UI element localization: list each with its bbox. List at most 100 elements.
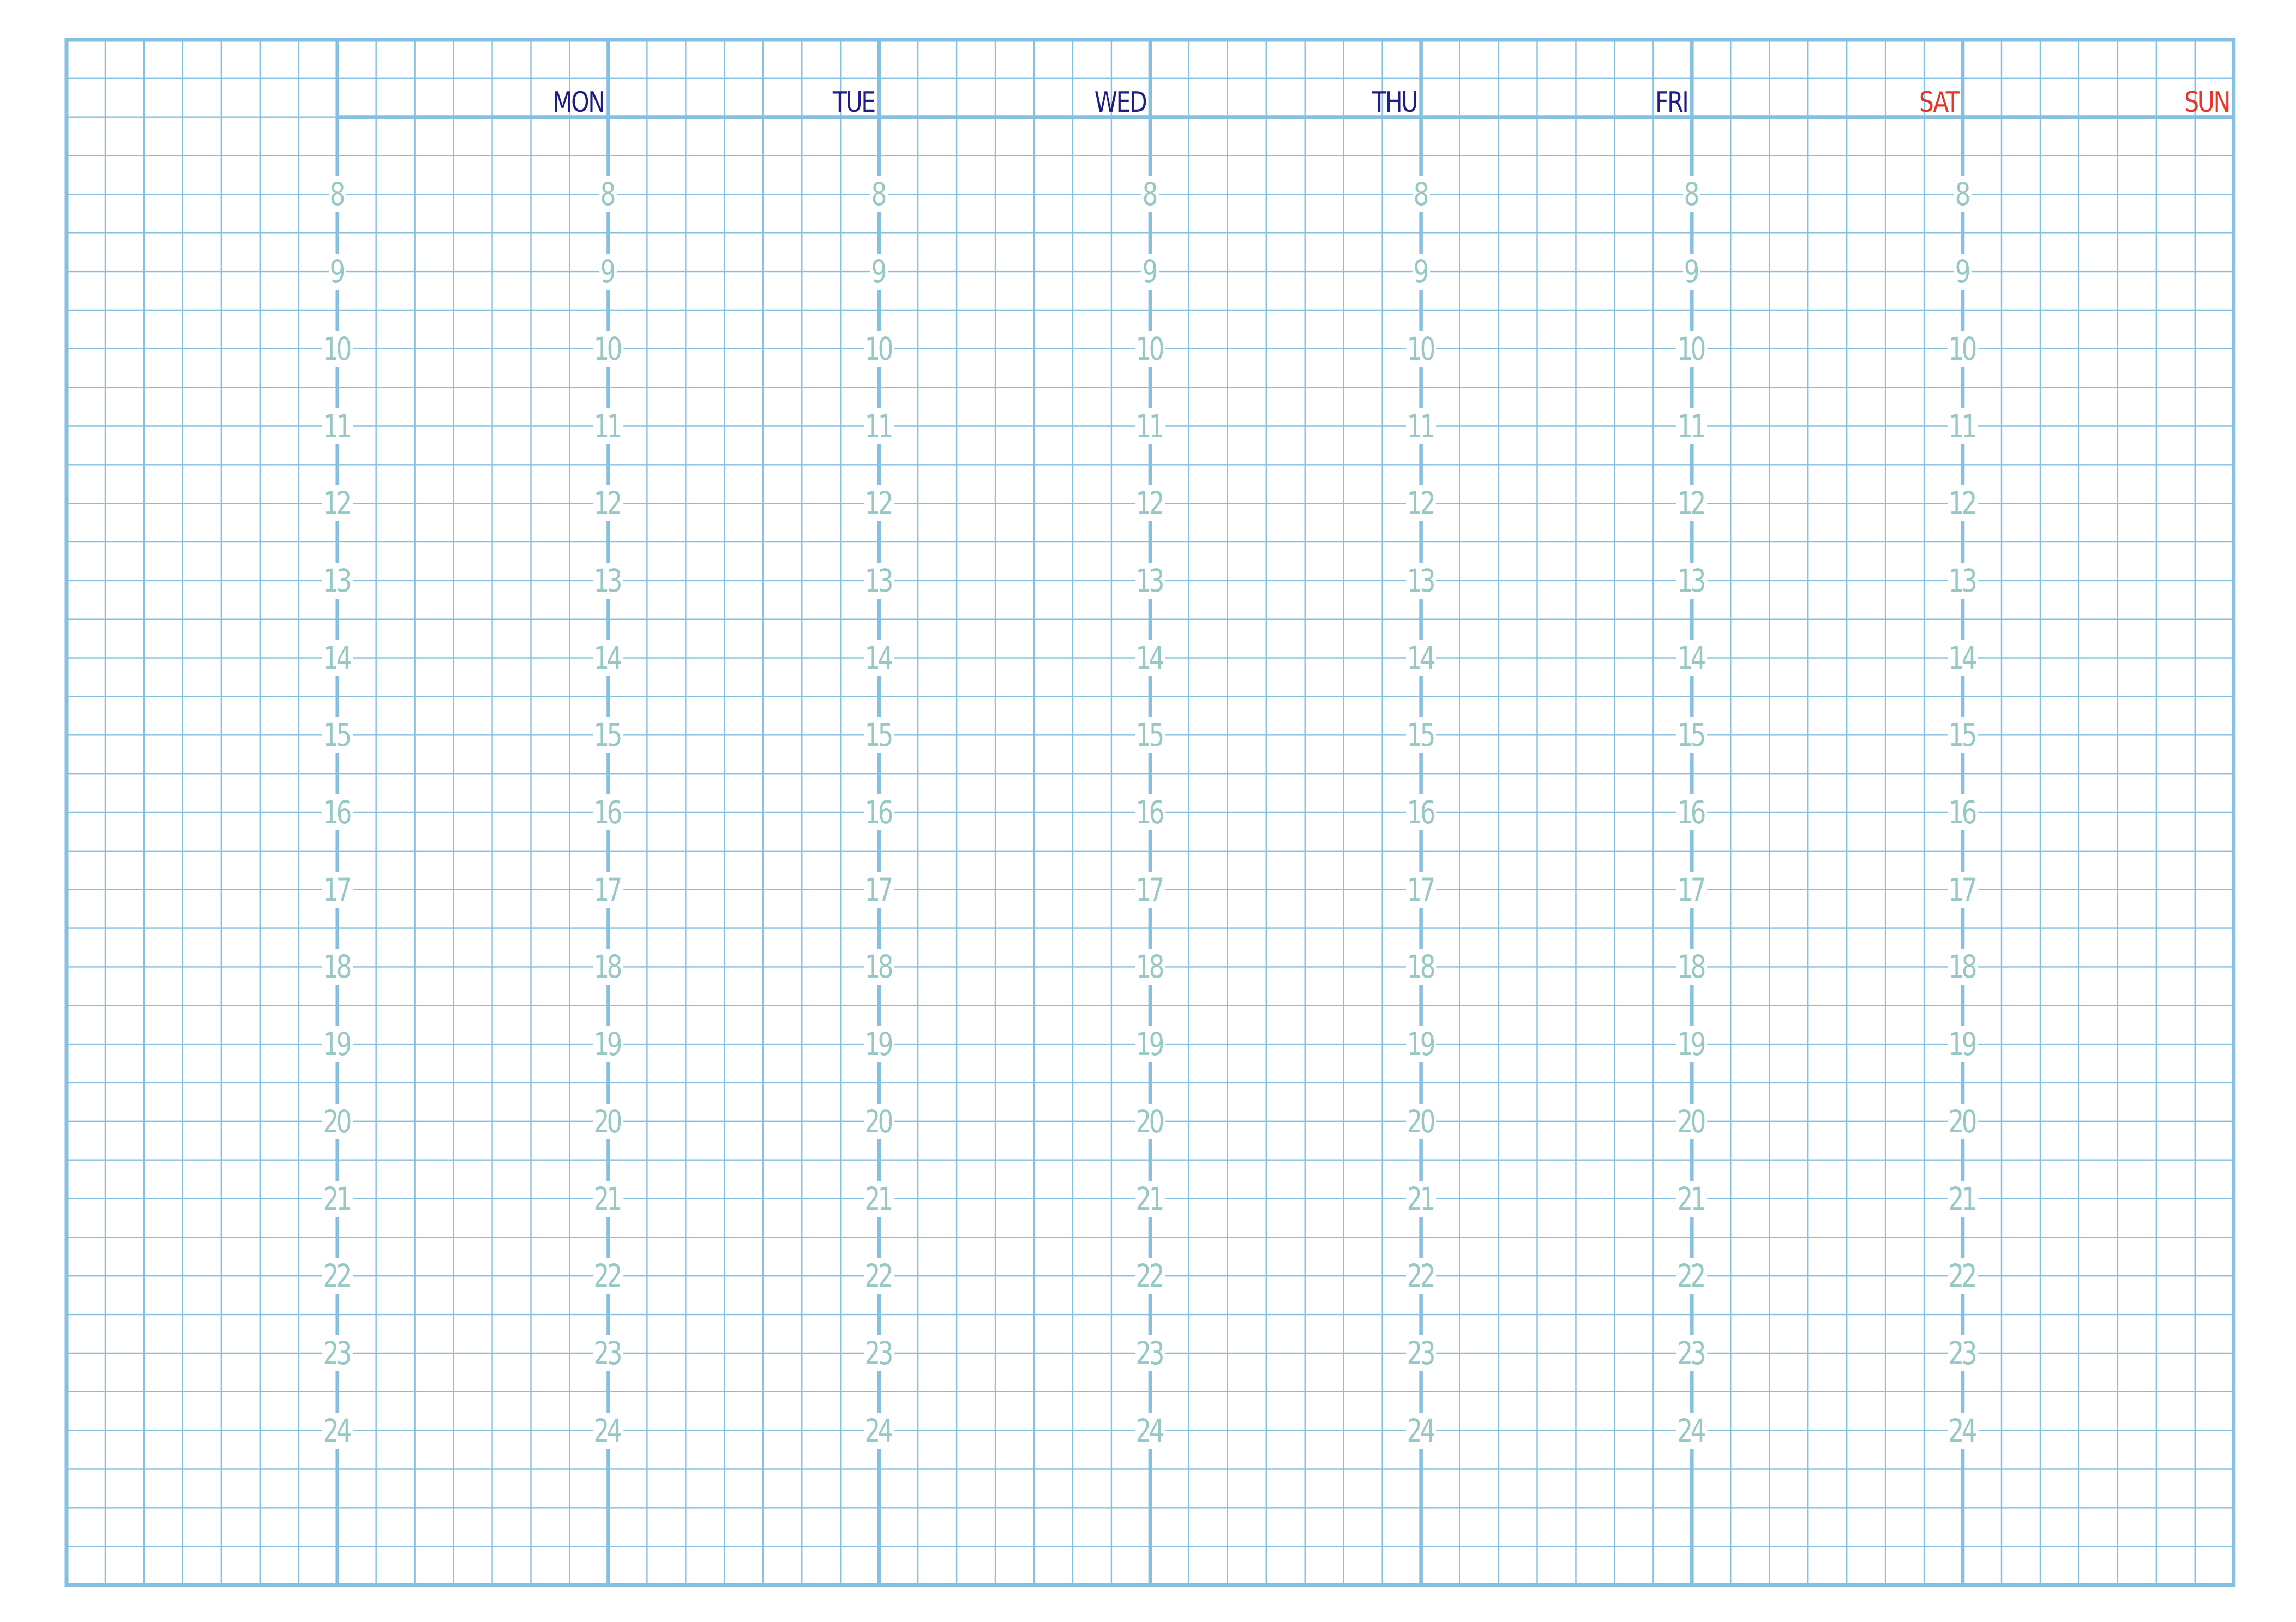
hour-label: 18: [1134, 949, 1165, 985]
hour-label: 9: [1954, 254, 1972, 290]
weekly-planner: MON TUE WED THU FRI SAT SUN 8 9 10 11 12 13 14 15 16 17 1…: [0, 0, 2296, 1622]
hour-label: 15: [1134, 717, 1165, 753]
hour-label: 19: [864, 1026, 895, 1063]
hour-label: 15: [1676, 717, 1708, 753]
hour-label: 11: [1134, 408, 1165, 444]
hour-label: 14: [864, 640, 895, 676]
hour-label: 14: [1134, 640, 1165, 676]
hour-label: 17: [1948, 871, 1979, 908]
hour-label: 18: [1948, 949, 1979, 985]
hour-label: 23: [322, 1335, 353, 1371]
hour-label: 12: [1676, 485, 1708, 522]
hour-label: 23: [1134, 1335, 1165, 1371]
hour-label: 17: [593, 871, 624, 908]
hour-label: 17: [322, 871, 353, 908]
hour-label: 18: [1676, 949, 1708, 985]
hour-label: 21: [1405, 1180, 1436, 1217]
hour-label: 19: [1676, 1026, 1708, 1063]
hour-label: 19: [593, 1026, 624, 1063]
hour-label: 20: [593, 1103, 624, 1139]
hour-label: 13: [1134, 562, 1165, 599]
hour-label: 24: [1134, 1412, 1165, 1449]
hour-label: 15: [593, 717, 624, 753]
hour-label: 19: [1948, 1026, 1979, 1063]
hour-label: 12: [322, 485, 353, 522]
hour-label: 8: [1683, 176, 1701, 213]
hour-label: 10: [322, 330, 353, 367]
hour-label: 12: [1948, 485, 1979, 522]
hour-label: 13: [1676, 562, 1708, 599]
day-label-tue: TUE: [833, 86, 876, 119]
hour-label: 14: [322, 640, 353, 676]
hour-label: 11: [322, 408, 353, 444]
hour-label: 9: [1141, 254, 1159, 290]
hour-label: 18: [864, 949, 895, 985]
hour-label: 8: [1141, 176, 1159, 213]
hour-label: 10: [1405, 330, 1436, 367]
hour-label: 23: [1948, 1335, 1979, 1371]
hour-label: 17: [1134, 871, 1165, 908]
hour-label: 22: [593, 1258, 624, 1294]
hour-label: 17: [1405, 871, 1436, 908]
hour-label: 15: [1405, 717, 1436, 753]
hour-label: 11: [1676, 408, 1708, 444]
hour-label: 23: [864, 1335, 895, 1371]
day-label-mon: MON: [552, 86, 605, 119]
hour-label: 20: [1405, 1103, 1436, 1139]
day-label-sat: SAT: [1919, 86, 1960, 119]
hour-label: 16: [1948, 794, 1979, 830]
hour-label: 17: [864, 871, 895, 908]
hour-label: 24: [1948, 1412, 1979, 1449]
hour-label: 13: [1948, 562, 1979, 599]
hour-label: 8: [599, 176, 617, 213]
hour-label: 10: [864, 330, 895, 367]
hour-label: 11: [1405, 408, 1436, 444]
hour-label: 16: [593, 794, 624, 830]
hour-label: 8: [328, 176, 346, 213]
hour-label: 12: [1405, 485, 1436, 522]
hour-label: 12: [1134, 485, 1165, 522]
day-label-fri: FRI: [1655, 86, 1689, 119]
hour-label: 8: [1412, 176, 1430, 213]
hour-label: 14: [1405, 640, 1436, 676]
hour-label: 23: [1405, 1335, 1436, 1371]
hour-label: 17: [1676, 871, 1708, 908]
day-label-wed: WED: [1094, 86, 1147, 119]
hour-label: 12: [864, 485, 895, 522]
hour-label: 20: [1676, 1103, 1708, 1139]
hour-label: 9: [328, 254, 346, 290]
hour-label: 16: [322, 794, 353, 830]
hour-label: 13: [322, 562, 353, 599]
hour-label: 24: [1676, 1412, 1708, 1449]
hour-label: 16: [1134, 794, 1165, 830]
hour-label: 21: [1676, 1180, 1708, 1217]
hour-label: 10: [1948, 330, 1979, 367]
hour-label: 22: [322, 1258, 353, 1294]
hour-label: 14: [1676, 640, 1708, 676]
hour-label: 8: [870, 176, 888, 213]
hour-label: 15: [322, 717, 353, 753]
day-label-sun: SUN: [2184, 86, 2231, 119]
hour-label: 16: [1405, 794, 1436, 830]
hour-label: 24: [593, 1412, 624, 1449]
hour-label: 22: [1405, 1258, 1436, 1294]
hour-label: 22: [1676, 1258, 1708, 1294]
hour-label: 24: [864, 1412, 895, 1449]
hour-label: 18: [322, 949, 353, 985]
hour-label: 22: [1134, 1258, 1165, 1294]
hour-label: 15: [1948, 717, 1979, 753]
hour-label: 24: [322, 1412, 353, 1449]
hour-label: 12: [593, 485, 624, 522]
hour-label: 21: [1134, 1180, 1165, 1217]
hour-label: 16: [1676, 794, 1708, 830]
hour-label: 21: [322, 1180, 353, 1217]
hour-label: 10: [593, 330, 624, 367]
hour-label: 20: [322, 1103, 353, 1139]
hour-label: 15: [864, 717, 895, 753]
hour-label: 9: [1412, 254, 1430, 290]
hour-label: 24: [1405, 1412, 1436, 1449]
hour-label: 18: [593, 949, 624, 985]
hour-label: 10: [1676, 330, 1708, 367]
hour-label: 20: [1948, 1103, 1979, 1139]
hour-label: 22: [864, 1258, 895, 1294]
